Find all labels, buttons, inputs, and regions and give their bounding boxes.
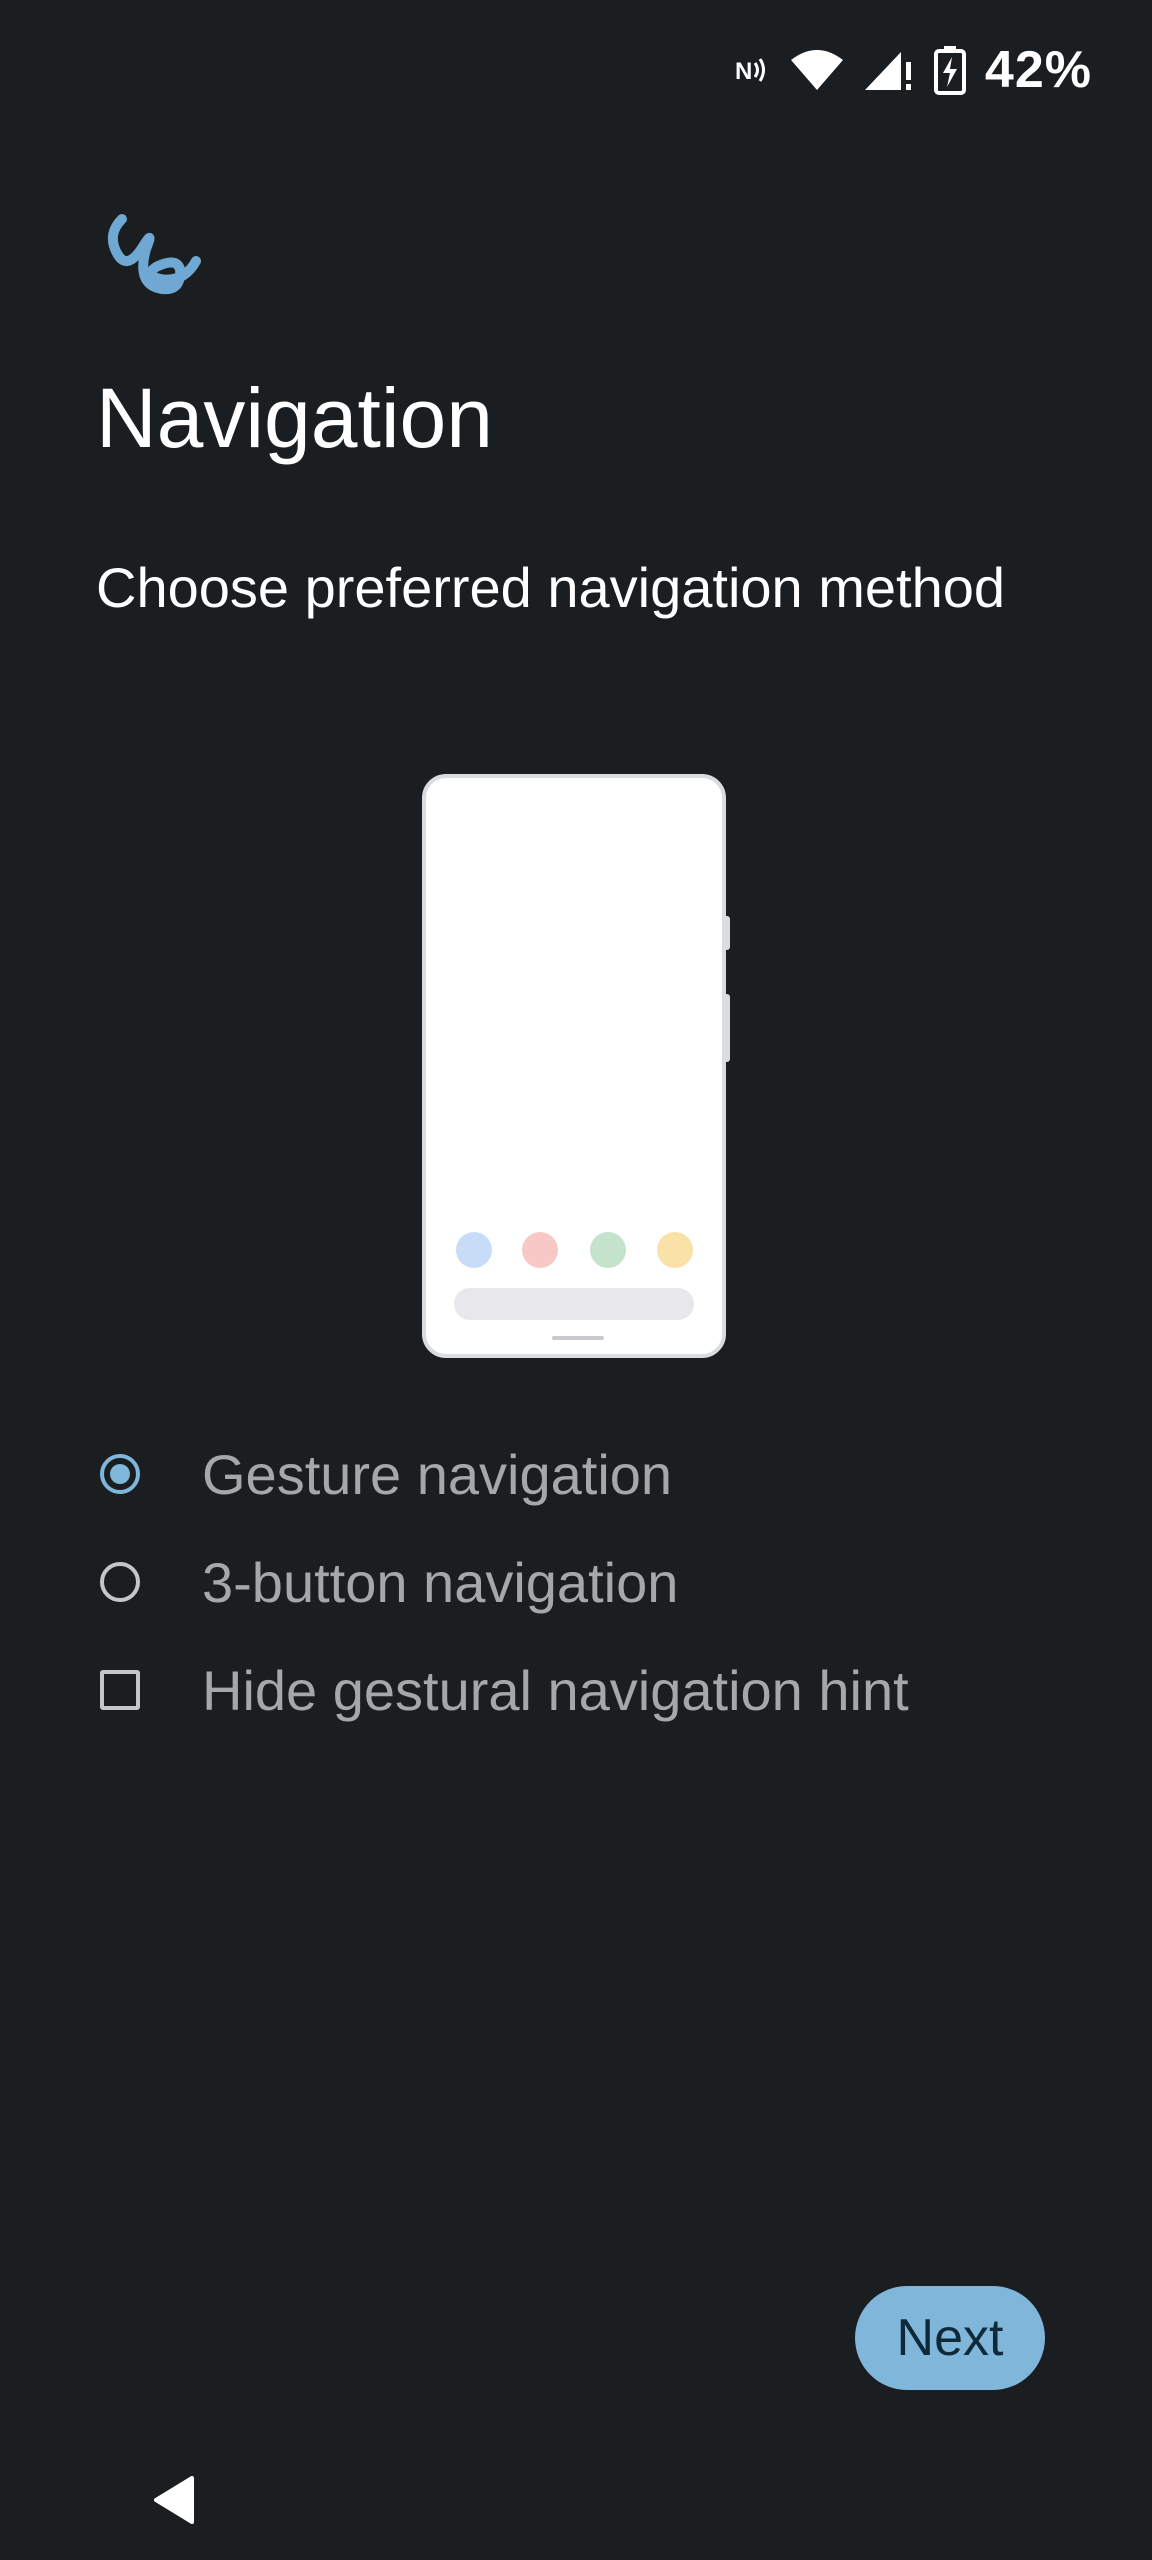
status-bar: N 42%	[735, 30, 1092, 110]
option-gesture-navigation[interactable]: Gesture navigation	[96, 1420, 1076, 1528]
option-hide-gestural-hint[interactable]: Hide gestural navigation hint	[96, 1636, 1076, 1744]
gesture-navigation-radio[interactable]	[96, 1450, 144, 1498]
hide-hint-checkbox[interactable]	[96, 1666, 144, 1714]
svg-text:N: N	[735, 58, 752, 85]
app-dot-green	[590, 1232, 626, 1268]
app-dot-red	[522, 1232, 558, 1268]
battery-charging-icon	[933, 45, 967, 95]
phone-illustration	[422, 774, 730, 1360]
gesture-handle	[552, 1336, 604, 1340]
setup-screen: N 42% Navigation Choose preferred naviga…	[0, 0, 1152, 2560]
search-bar-shape	[454, 1288, 694, 1320]
wifi-icon	[789, 48, 845, 92]
option-3-button-navigation[interactable]: 3-button navigation	[96, 1528, 1076, 1636]
3-button-navigation-radio[interactable]	[96, 1558, 144, 1606]
nfc-icon: N	[735, 55, 771, 85]
option-label: Hide gestural navigation hint	[202, 1658, 909, 1722]
setup-squiggle-icon	[100, 205, 210, 305]
phone-body	[422, 774, 726, 1358]
page-title: Navigation	[96, 371, 493, 465]
app-dot-blue	[456, 1232, 492, 1268]
back-triangle-icon[interactable]	[152, 2474, 202, 2526]
battery-percent: 42%	[984, 41, 1092, 99]
signal-icon	[863, 48, 915, 92]
option-label: Gesture navigation	[202, 1442, 673, 1506]
option-label: 3-button navigation	[202, 1550, 679, 1614]
navigation-options: Gesture navigation 3-button navigation H…	[96, 1420, 1076, 1744]
page-subtitle: Choose preferred navigation method	[96, 556, 1006, 619]
app-dot-yellow	[657, 1232, 693, 1268]
next-button[interactable]: Next	[855, 2286, 1045, 2390]
